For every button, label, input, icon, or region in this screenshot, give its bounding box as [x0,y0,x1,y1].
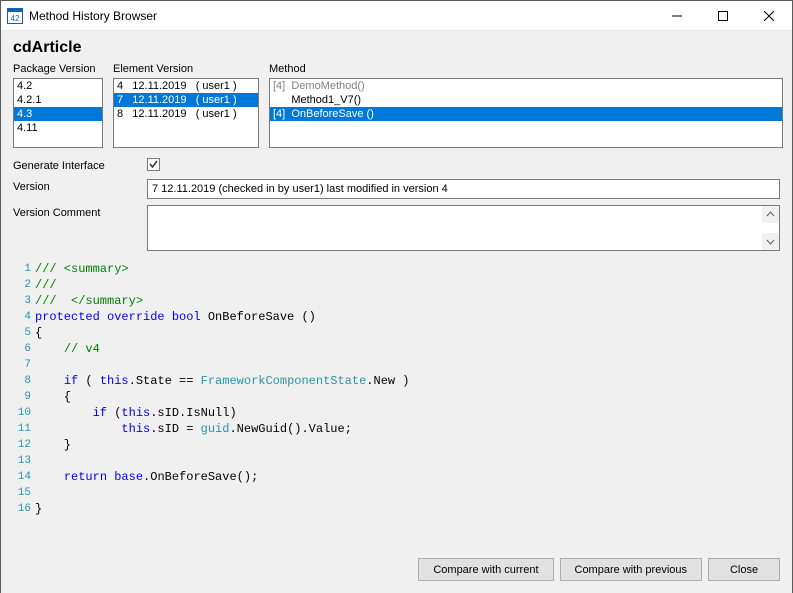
method-item[interactable]: Method1_V7() [270,93,782,107]
package-version-item[interactable]: 4.3 [14,107,102,121]
close-button[interactable] [746,1,792,30]
code-line: 5{ [13,325,780,341]
generate-interface-label: Generate Interface [13,158,147,172]
element-version-item[interactable]: 8 12.11.2019 ( user1 ) [114,107,258,121]
package-version-column: Package Version 4.24.2.14.34.11 [13,63,103,148]
version-comment-row: Version Comment [13,205,780,251]
compare-current-button[interactable]: Compare with current [418,558,553,581]
element-version-label: Element Version [113,63,259,75]
method-item[interactable]: [4] OnBeforeSave () [270,107,782,121]
code-line: 14 return base.OnBeforeSave(); [13,469,780,485]
app-icon: 42 [7,8,23,24]
method-column: Method [4] DemoMethod() Method1_V7()[4] … [269,63,783,148]
code-line: 7 [13,357,780,373]
element-version-list[interactable]: 4 12.11.2019 ( user1 )7 12.11.2019 ( use… [113,78,259,148]
version-label: Version [13,179,147,193]
code-line: 13 [13,453,780,469]
element-version-column: Element Version 4 12.11.2019 ( user1 )7 … [113,63,259,148]
version-field[interactable]: 7 12.11.2019 (checked in by user1) last … [147,179,780,199]
version-comment-label: Version Comment [13,205,147,219]
code-line: 12 } [13,437,780,453]
method-list[interactable]: [4] DemoMethod() Method1_V7()[4] OnBefor… [269,78,783,148]
code-line: 6 // v4 [13,341,780,357]
version-row: Version 7 12.11.2019 (checked in by user… [13,179,780,199]
page-title: cdArticle [13,31,780,63]
close-dialog-button[interactable]: Close [708,558,780,581]
element-version-item[interactable]: 7 12.11.2019 ( user1 ) [114,93,258,107]
code-viewer[interactable]: 1/// <summary>2///3/// </summary>4protec… [13,261,780,531]
method-label: Method [269,63,783,75]
button-bar: Compare with current Compare with previo… [418,558,780,581]
scroll-down-button[interactable] [762,233,779,250]
code-line: 11 this.sID = guid.NewGuid().Value; [13,421,780,437]
svg-text:42: 42 [11,14,20,23]
code-line: 4protected override bool OnBeforeSave () [13,309,780,325]
generate-interface-checkbox[interactable] [147,158,160,171]
generate-interface-row: Generate Interface [13,158,780,173]
code-line: 15 [13,485,780,501]
client-area: cdArticle Package Version 4.24.2.14.34.1… [1,31,792,593]
titlebar: 42 Method History Browser [1,1,792,31]
code-line: 1/// <summary> [13,261,780,277]
method-item[interactable]: [4] DemoMethod() [270,79,782,93]
package-version-item[interactable]: 4.2.1 [14,93,102,107]
compare-previous-button[interactable]: Compare with previous [560,558,703,581]
form-rows: Generate Interface Version 7 12.11.2019 … [13,158,780,251]
package-version-list[interactable]: 4.24.2.14.34.11 [13,78,103,148]
code-line: 2/// [13,277,780,293]
window-title: Method History Browser [29,9,654,23]
minimize-button[interactable] [654,1,700,30]
maximize-button[interactable] [700,1,746,30]
version-comment-field[interactable] [147,205,780,251]
code-line: 3/// </summary> [13,293,780,309]
top-lists: Package Version 4.24.2.14.34.11 Element … [13,63,780,148]
package-version-label: Package Version [13,63,103,75]
code-line: 8 if ( this.State == FrameworkComponentS… [13,373,780,389]
window-buttons [654,1,792,30]
element-version-item[interactable]: 4 12.11.2019 ( user1 ) [114,79,258,93]
code-line: 9 { [13,389,780,405]
package-version-item[interactable]: 4.11 [14,121,102,135]
code-line: 10 if (this.sID.IsNull) [13,405,780,421]
code-line: 16} [13,501,780,517]
package-version-item[interactable]: 4.2 [14,79,102,93]
scroll-up-button[interactable] [762,206,779,223]
